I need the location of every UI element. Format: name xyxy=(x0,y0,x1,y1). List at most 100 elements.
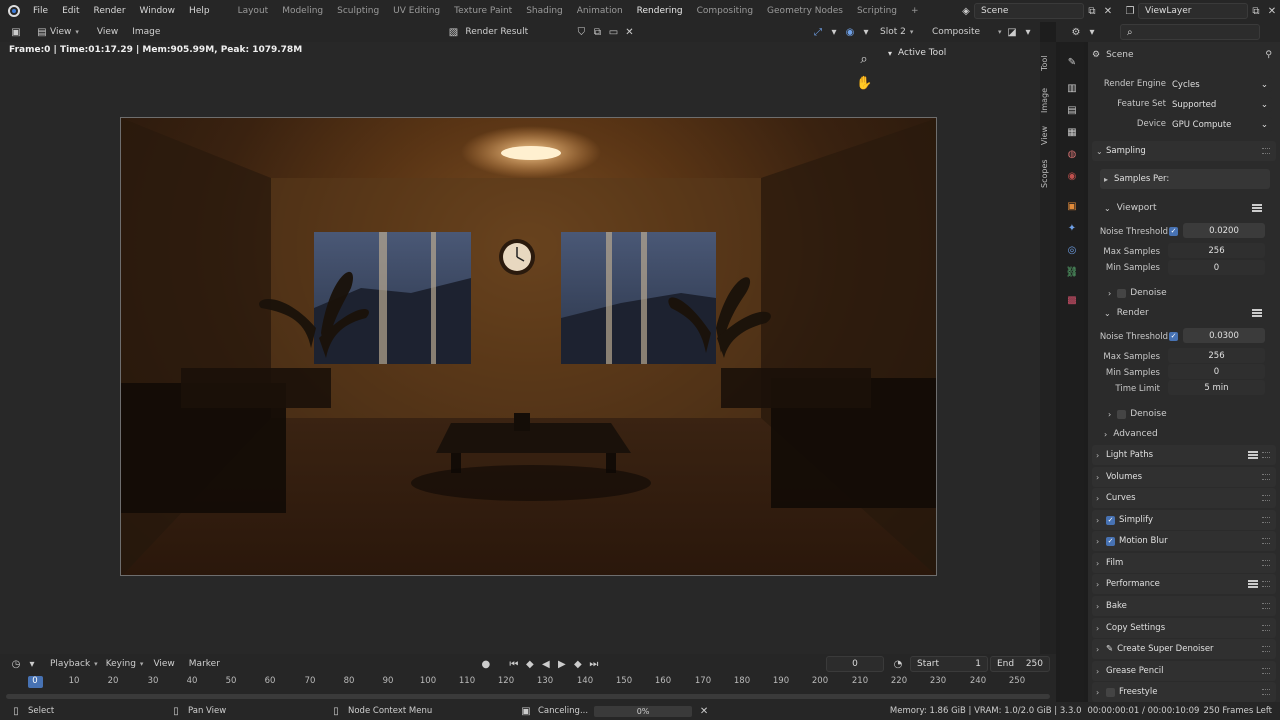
workspace-tab-compositing[interactable]: Compositing xyxy=(690,6,760,16)
new-view-layer-icon[interactable]: ⧉ xyxy=(1248,3,1264,19)
advanced-subpanel-header[interactable]: › Advanced xyxy=(1088,425,1280,443)
drag-grip-icon[interactable] xyxy=(1262,474,1270,480)
workspace-tab-uv-editing[interactable]: UV Editing xyxy=(386,6,447,16)
render-tab-icon[interactable]: ▥ xyxy=(1064,80,1080,96)
display-channels-dropdown-icon[interactable]: ▾ xyxy=(1020,24,1036,40)
volumes-section-header[interactable]: › Volumes xyxy=(1092,467,1276,487)
drag-grip-icon[interactable] xyxy=(1262,646,1270,652)
pin-icon[interactable]: ⚲ xyxy=(1265,50,1272,60)
add-workspace-button[interactable]: + xyxy=(904,6,926,16)
slot-dropdown[interactable]: Slot 2 ▾ xyxy=(880,27,932,37)
viewport-noise-threshold-checkbox[interactable]: ✓ xyxy=(1169,227,1178,236)
end-frame-field[interactable]: End 250 xyxy=(990,656,1050,672)
workspace-tab-animation[interactable]: Animation xyxy=(570,6,630,16)
workspace-tab-layout[interactable]: Layout xyxy=(231,6,276,16)
image-name-field[interactable]: Render Result xyxy=(461,27,573,37)
tab-image[interactable]: Image xyxy=(1040,82,1056,118)
drag-grip-icon[interactable] xyxy=(1262,517,1270,523)
presets-list-icon[interactable] xyxy=(1248,580,1258,588)
jump-to-keyframe-back-icon[interactable]: ◆ xyxy=(522,656,538,672)
unlink-image-icon[interactable]: ✕ xyxy=(621,24,637,40)
menu-edit[interactable]: Edit xyxy=(55,6,86,16)
drag-grip-icon[interactable] xyxy=(1262,689,1270,695)
freestyle-section-header[interactable]: › Freestyle xyxy=(1092,682,1276,702)
play-reverse-icon[interactable]: ◀ xyxy=(538,656,554,672)
drag-grip-icon[interactable] xyxy=(1262,603,1270,609)
feature-set-dropdown[interactable]: Supported ⌄ xyxy=(1168,97,1272,112)
drag-grip-icon[interactable] xyxy=(1262,581,1270,587)
jump-to-end-icon[interactable]: ⏭ xyxy=(586,656,602,672)
workspace-tab-sculpting[interactable]: Sculpting xyxy=(330,6,386,16)
render-noise-threshold-checkbox[interactable]: ✓ xyxy=(1169,332,1178,341)
render-max-samples-field[interactable]: 256 xyxy=(1168,348,1265,363)
timeline-view-menu[interactable]: View xyxy=(153,659,174,669)
jump-to-keyframe-forward-icon[interactable]: ◆ xyxy=(570,656,586,672)
time-limit-field[interactable]: 5 min xyxy=(1168,380,1265,395)
drag-grip-icon[interactable] xyxy=(1262,538,1270,544)
viewport-max-samples-field[interactable]: 256 xyxy=(1168,243,1265,258)
zoom-icon[interactable]: ⌕ xyxy=(856,52,872,68)
playback-menu[interactable]: Playback ▾ xyxy=(50,659,98,669)
motion-blur-section-header[interactable]: › ✓ Motion Blur xyxy=(1092,531,1276,551)
view-layer-tab-icon[interactable]: ▦ xyxy=(1064,124,1080,140)
fake-user-shield-icon[interactable]: ⛉ xyxy=(573,24,589,40)
grease-pencil-section-header[interactable]: › Grease Pencil xyxy=(1092,661,1276,681)
workspace-tab-scripting[interactable]: Scripting xyxy=(850,6,904,16)
current-frame-field[interactable]: 0 xyxy=(826,656,884,672)
keying-menu[interactable]: Keying ▾ xyxy=(106,659,144,669)
drag-grip-icon[interactable] xyxy=(1262,560,1270,566)
jump-to-start-icon[interactable]: ⏮ xyxy=(506,656,522,672)
view-mode-icon[interactable]: ▤ xyxy=(34,24,50,40)
drag-grip-icon[interactable] xyxy=(1262,148,1270,154)
workspace-tab-geometry-nodes[interactable]: Geometry Nodes xyxy=(760,6,850,16)
new-scene-icon[interactable]: ⧉ xyxy=(1084,3,1100,19)
presets-list-icon[interactable] xyxy=(1252,309,1262,317)
menu-window[interactable]: Window xyxy=(133,6,183,16)
tab-view[interactable]: View xyxy=(1040,122,1056,150)
simplify-section-header[interactable]: › ✓ Simplify xyxy=(1092,510,1276,530)
start-frame-field[interactable]: Start 1 xyxy=(910,656,988,672)
delete-view-layer-icon[interactable]: ✕ xyxy=(1264,3,1280,19)
workspace-tab-shading[interactable]: Shading xyxy=(519,6,570,16)
properties-search-input[interactable]: ⌕ xyxy=(1120,24,1260,40)
render-engine-dropdown[interactable]: Cycles ⌄ xyxy=(1168,77,1272,92)
texture-tab-icon[interactable]: ▩ xyxy=(1064,292,1080,308)
workspace-tab-modeling[interactable]: Modeling xyxy=(275,6,330,16)
view-menu[interactable]: View xyxy=(97,27,118,37)
overlay-icon[interactable]: ◉ xyxy=(842,24,858,40)
play-icon[interactable]: ▶ xyxy=(554,656,570,672)
menu-file[interactable]: File xyxy=(26,6,55,16)
menu-render[interactable]: Render xyxy=(87,6,133,16)
editor-type-dropdown-icon[interactable]: ▾ xyxy=(1084,24,1100,40)
image-browse-icon[interactable]: ▧ xyxy=(445,24,461,40)
presets-list-icon[interactable] xyxy=(1252,204,1262,212)
editor-type-icon[interactable]: ▣ xyxy=(8,24,24,40)
marker-menu[interactable]: Marker xyxy=(189,659,220,669)
render-noise-threshold-field[interactable]: 0.0300 xyxy=(1183,328,1265,343)
render-denoise-checkbox[interactable] xyxy=(1117,409,1127,419)
viewport-denoise-checkbox[interactable] xyxy=(1117,288,1127,298)
view-layer-icon[interactable]: ❐ xyxy=(1122,3,1138,19)
workspace-tab-texture-paint[interactable]: Texture Paint xyxy=(447,6,519,16)
cancel-job-icon[interactable]: ✕ xyxy=(696,703,712,719)
timeline-scrollbar[interactable] xyxy=(6,694,1050,699)
tab-scopes[interactable]: Scopes xyxy=(1040,154,1056,194)
performance-section-header[interactable]: › Performance xyxy=(1092,574,1276,594)
render-subpanel-header[interactable]: ⌄ Render xyxy=(1088,304,1280,322)
motion-blur-checkbox[interactable]: ✓ xyxy=(1106,536,1115,546)
create-super-denoiser-section-header[interactable]: › ✎ Create Super Denoiser xyxy=(1092,639,1276,659)
overlay-dropdown-icon[interactable]: ▾ xyxy=(858,24,874,40)
drag-grip-icon[interactable] xyxy=(1262,625,1270,631)
sampling-section-header[interactable]: ⌄ Sampling xyxy=(1092,141,1276,161)
samples-per-subpanel[interactable]: ▸ Samples Per: xyxy=(1100,169,1270,189)
view-mode-dropdown[interactable]: View ▾ xyxy=(50,27,79,37)
blender-logo-icon[interactable] xyxy=(8,5,20,17)
freestyle-checkbox[interactable] xyxy=(1106,687,1115,697)
sample-dropdown-icon[interactable]: ▾ xyxy=(826,24,842,40)
timeline-editor-type-icon[interactable]: ◷ xyxy=(8,656,24,672)
light-paths-section-header[interactable]: › Light Paths xyxy=(1092,445,1276,465)
viewport-subpanel-header[interactable]: ⌄ Viewport xyxy=(1088,199,1280,217)
output-tab-icon[interactable]: ▤ xyxy=(1064,102,1080,118)
drag-grip-icon[interactable] xyxy=(1262,668,1270,674)
display-channels-icon[interactable]: ◪ xyxy=(1004,24,1020,40)
